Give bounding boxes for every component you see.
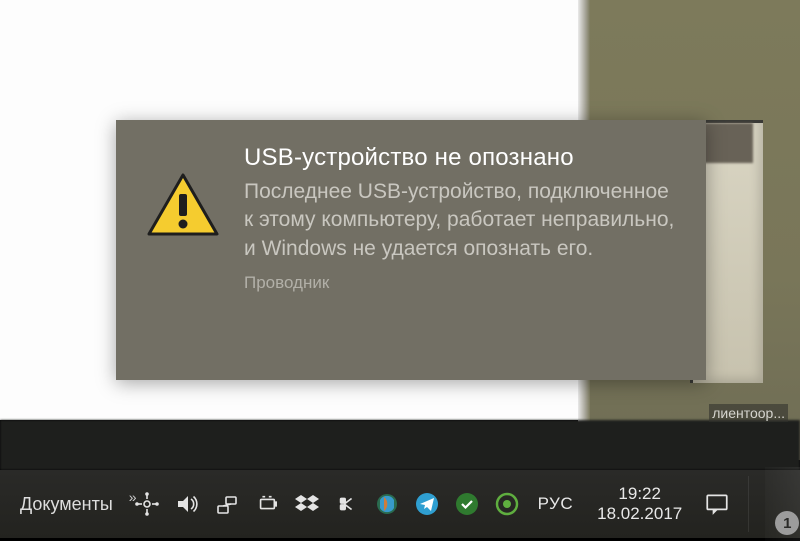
taskbar-clock[interactable]: 19:22 18.02.2017	[591, 484, 688, 523]
volume-icon[interactable]	[174, 491, 200, 517]
taskbar-left: Документы »	[0, 489, 134, 519]
sync-icon[interactable]	[134, 491, 160, 517]
bluetooth-icon[interactable]	[334, 491, 360, 517]
notification-count-badge: 1	[775, 511, 799, 535]
telegram-icon[interactable]	[414, 491, 440, 517]
system-tray: РУС 19:22 18.02.2017 1	[134, 467, 800, 541]
taskbar: Документы »	[0, 470, 800, 538]
usb-notification-toast[interactable]: USB-устройство не опознано Последнее USB…	[116, 120, 706, 380]
antivirus-icon[interactable]	[454, 491, 480, 517]
toast-source: Проводник	[244, 273, 676, 293]
warning-icon	[146, 172, 220, 238]
background-dark-band	[0, 420, 800, 470]
language-indicator[interactable]: РУС	[534, 494, 578, 514]
browser-icon[interactable]	[374, 491, 400, 517]
toast-title: USB-устройство не опознано	[244, 144, 676, 172]
clock-time: 19:22	[618, 484, 661, 504]
action-center-icon[interactable]	[702, 489, 732, 519]
toast-body: Последнее USB-устройство, подключенное к…	[244, 178, 676, 263]
taskbar-documents-button[interactable]: Документы	[14, 490, 119, 519]
show-desktop-area[interactable]: 1	[765, 467, 800, 541]
clock-date: 18.02.2017	[597, 504, 682, 524]
toast-icon-wrap	[146, 144, 236, 360]
background-partial-text: лиентоор...	[709, 404, 788, 422]
network-icon[interactable]	[214, 491, 240, 517]
taskbar-separator	[748, 476, 749, 532]
record-icon[interactable]	[494, 491, 520, 517]
dropbox-icon[interactable]	[294, 491, 320, 517]
toast-text: USB-устройство не опознано Последнее USB…	[236, 144, 676, 360]
power-icon[interactable]	[254, 491, 280, 517]
